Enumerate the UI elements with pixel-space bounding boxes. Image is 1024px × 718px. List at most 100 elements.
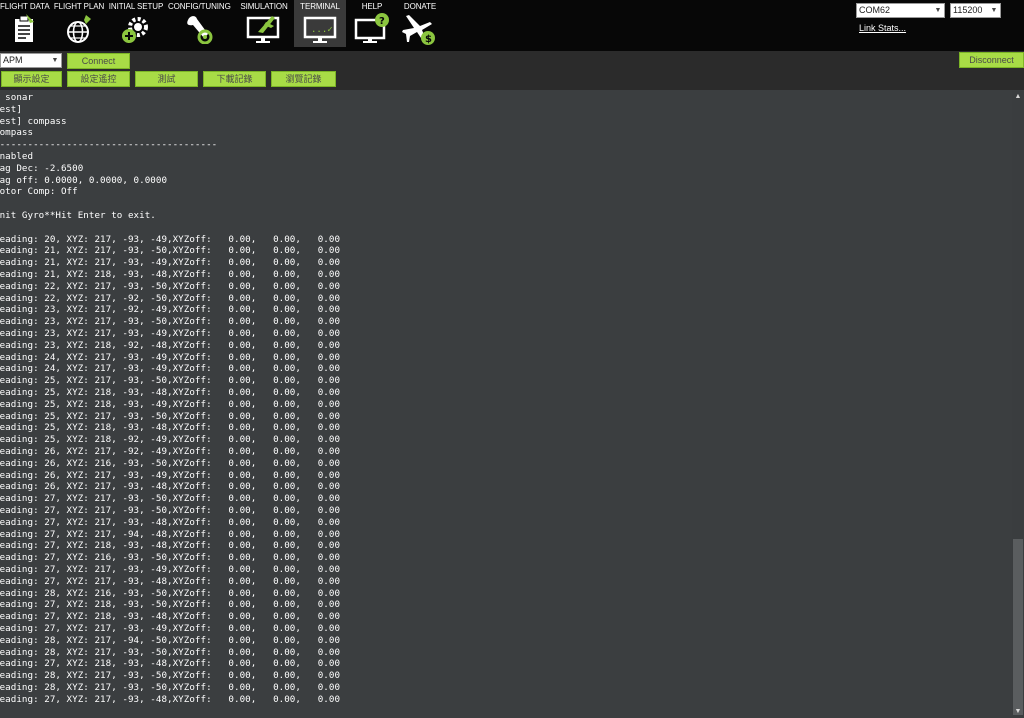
terminal-line: Heading: 27, XYZ: 218, -93, -50,XYZoff: … — [0, 599, 341, 611]
port-value: COM62 — [859, 5, 891, 15]
terminal-line: Heading: 27, XYZ: 217, -93, -48,XYZoff: … — [0, 516, 341, 528]
board-select[interactable]: APM ▼ — [0, 53, 62, 68]
port-select[interactable]: COM62 ▼ — [856, 3, 945, 18]
terminal-line: Heading: 28, XYZ: 217, -93, -50,XYZoff: … — [0, 682, 341, 693]
scroll-up-icon[interactable]: ▲ — [1012, 91, 1024, 103]
baud-value: 115200 — [953, 5, 983, 15]
terminal-line: enabled — [0, 151, 34, 162]
terminal-line: Heading: 23, XYZ: 218, -92, -48,XYZoff: … — [0, 339, 341, 351]
nav-initial-setup[interactable]: INITIAL SETUP — [108, 0, 164, 47]
connection-bar: APM ▼ Connect Disconnect — [0, 51, 1024, 69]
terminal-line: Compass — [0, 127, 34, 139]
terminal-line: Heading: 27, XYZ: 217, -93, -49,XYZoff: … — [0, 623, 341, 634]
nav-flight-data[interactable]: FLIGHT DATA — [0, 0, 50, 47]
terminal-line: Heading: 20, XYZ: 217, -93, -49,XYZoff: … — [0, 233, 341, 245]
chevron-down-icon: ▼ — [51, 57, 59, 64]
nav-flight-data-label: FLIGHT DATA — [0, 2, 50, 11]
gear-plus-icon — [122, 17, 148, 43]
monitor-help-icon: ? — [354, 13, 389, 43]
terminal-line: Heading: 28, XYZ: 217, -93, -50,XYZoff: … — [0, 670, 341, 682]
clipboard-icon — [15, 14, 34, 42]
svg-text:?: ? — [379, 16, 385, 27]
terminal-scrollbar[interactable]: ▲ ▼ — [1012, 91, 1024, 718]
terminal-line: Heading: 26, XYZ: 216, -93, -50,XYZoff: … — [0, 457, 341, 469]
terminal-line: Heading: 27, XYZ: 218, -93, -48,XYZoff: … — [0, 540, 341, 552]
chevron-down-icon: ▼ — [990, 7, 998, 14]
terminal-line: Mag off: 0.0000, 0.0000, 0.0000 — [0, 174, 168, 186]
terminal-line: Heading: 26, XYZ: 217, -93, -48,XYZoff: … — [0, 481, 341, 493]
terminal-line: Heading: 27, XYZ: 217, -93, -50,XYZoff: … — [0, 493, 341, 505]
terminal-line: Heading: 26, XYZ: 217, -93, -49,XYZoff: … — [0, 469, 341, 481]
test-button[interactable]: 測試 — [135, 71, 198, 87]
terminal-line: Heading: 28, XYZ: 217, -94, -50,XYZoff: … — [0, 634, 341, 646]
browse-logs-button[interactable]: 瀏覽記錄 — [271, 71, 336, 87]
terminal-line: Heading: 24, XYZ: 217, -93, -49,XYZoff: … — [0, 363, 341, 375]
terminal-line: Heading: 23, XYZ: 217, -92, -49,XYZoff: … — [0, 304, 341, 316]
terminal-line: Heading: 25, XYZ: 217, -93, -50,XYZoff: … — [0, 375, 341, 387]
nav-simulation[interactable]: SIMULATION — [238, 0, 290, 47]
terminal-line: Heading: 25, XYZ: 218, -93, -48,XYZoff: … — [0, 422, 341, 434]
terminal-line: Heading: 23, XYZ: 217, -93, -50,XYZoff: … — [0, 316, 341, 328]
chevron-down-icon: ▼ — [934, 7, 942, 14]
disconnect-button[interactable]: Disconnect — [959, 52, 1024, 68]
terminal-line: test] — [0, 103, 22, 115]
nav-help-label: HELP — [361, 2, 383, 11]
terminal-line: Heading: 27, XYZ: 217, -94, -48,XYZoff: … — [0, 528, 341, 540]
nav-flight-plan[interactable]: FLIGHT PLAN — [52, 0, 106, 47]
terminal-line: Init Gyro**Hit Enter to exit. — [0, 210, 156, 221]
nav-config-tuning[interactable]: CONFIG/TUNING — [168, 0, 231, 47]
link-stats-link[interactable]: Link Stats... — [859, 23, 906, 33]
terminal-line: Heading: 21, XYZ: 217, -93, -49,XYZoff: … — [0, 257, 341, 269]
terminal-line: Heading: 27, XYZ: 217, -93, -48,XYZoff: … — [0, 693, 341, 705]
terminal-line: sonar — [5, 92, 34, 103]
terminal-line: Heading: 27, XYZ: 218, -93, -48,XYZoff: … — [0, 658, 341, 670]
svg-text:...✓: ...✓ — [311, 25, 333, 35]
nav-help[interactable]: HELP ? — [350, 0, 394, 47]
terminal-line: Heading: 25, XYZ: 218, -93, -49,XYZoff: … — [0, 398, 341, 410]
terminal-line: Heading: 22, XYZ: 217, -92, -50,XYZoff: … — [0, 292, 341, 304]
setup-radio-button[interactable]: 設定遙控 — [67, 71, 130, 87]
download-logs-button[interactable]: 下載記錄 — [203, 71, 266, 87]
terminal-line: Heading: 27, XYZ: 217, -93, -48,XYZoff: … — [0, 575, 341, 587]
nav-donate[interactable]: DONATE $ — [398, 0, 442, 47]
main-toolbar: FLIGHT DATA FLIGHT PLAN INITIAL SETUP CO… — [0, 0, 1024, 51]
terminal-line: test] compass — [0, 115, 67, 127]
terminal-line: Motor Comp: Off — [0, 186, 78, 198]
terminal-line: Heading: 27, XYZ: 216, -93, -50,XYZoff: … — [0, 552, 341, 564]
terminal-line: Mag Dec: -2.6500 — [0, 162, 84, 174]
svg-text:$: $ — [425, 34, 432, 45]
terminal-line: Heading: 28, XYZ: 217, -93, -50,XYZoff: … — [0, 646, 341, 658]
nav-donate-label: DONATE — [403, 2, 437, 11]
globe-icon — [67, 15, 91, 43]
nav-initial-setup-label: INITIAL SETUP — [108, 2, 164, 11]
terminal-line: Heading: 27, XYZ: 217, -93, -50,XYZoff: … — [0, 505, 341, 516]
terminal-line: Heading: 25, XYZ: 218, -92, -49,XYZoff: … — [0, 434, 341, 446]
show-settings-button[interactable]: 顯示設定 — [1, 71, 62, 87]
terminal-line: Heading: 24, XYZ: 217, -93, -49,XYZoff: … — [0, 351, 341, 363]
terminal-actions-bar: 顯示設定 設定遙控 測試 下載記錄 瀏覽記錄 — [0, 69, 1024, 90]
plane-dollar-icon: $ — [402, 15, 435, 45]
terminal-line: Heading: 28, XYZ: 216, -93, -50,XYZoff: … — [0, 587, 341, 599]
nav-flight-plan-label: FLIGHT PLAN — [53, 2, 105, 11]
terminal-line: Heading: 26, XYZ: 217, -92, -49,XYZoff: … — [0, 446, 341, 457]
terminal-line: Heading: 21, XYZ: 217, -93, -50,XYZoff: … — [0, 245, 341, 257]
terminal-line: Heading: 22, XYZ: 217, -93, -50,XYZoff: … — [0, 280, 341, 292]
board-value: APM — [3, 55, 23, 65]
monitor-terminal-icon: ...✓ — [303, 16, 337, 43]
scroll-thumb[interactable] — [1013, 539, 1023, 715]
nav-terminal[interactable]: TERMINAL ...✓ — [294, 0, 346, 47]
terminal-output[interactable]: sonartest]test] compassCompass----------… — [0, 91, 1012, 718]
wrench-icon — [187, 16, 213, 44]
monitor-plane-icon — [246, 16, 280, 43]
terminal-line: ---------------------------------------- — [0, 139, 218, 151]
terminal-line: Heading: 27, XYZ: 217, -93, -49,XYZoff: … — [0, 564, 341, 575]
nav-simulation-label: SIMULATION — [240, 2, 288, 11]
terminal-line: Heading: 21, XYZ: 218, -93, -48,XYZoff: … — [0, 269, 341, 280]
baud-select[interactable]: 115200 ▼ — [950, 3, 1001, 18]
nav-terminal-label: TERMINAL — [300, 2, 340, 11]
terminal-line: Heading: 23, XYZ: 217, -93, -49,XYZoff: … — [0, 328, 341, 339]
terminal-line: Heading: 27, XYZ: 218, -93, -48,XYZoff: … — [0, 611, 341, 623]
connect-button[interactable]: Connect — [67, 53, 130, 69]
nav-config-tuning-label: CONFIG/TUNING — [168, 2, 231, 11]
scroll-down-icon[interactable]: ▼ — [1012, 706, 1024, 718]
